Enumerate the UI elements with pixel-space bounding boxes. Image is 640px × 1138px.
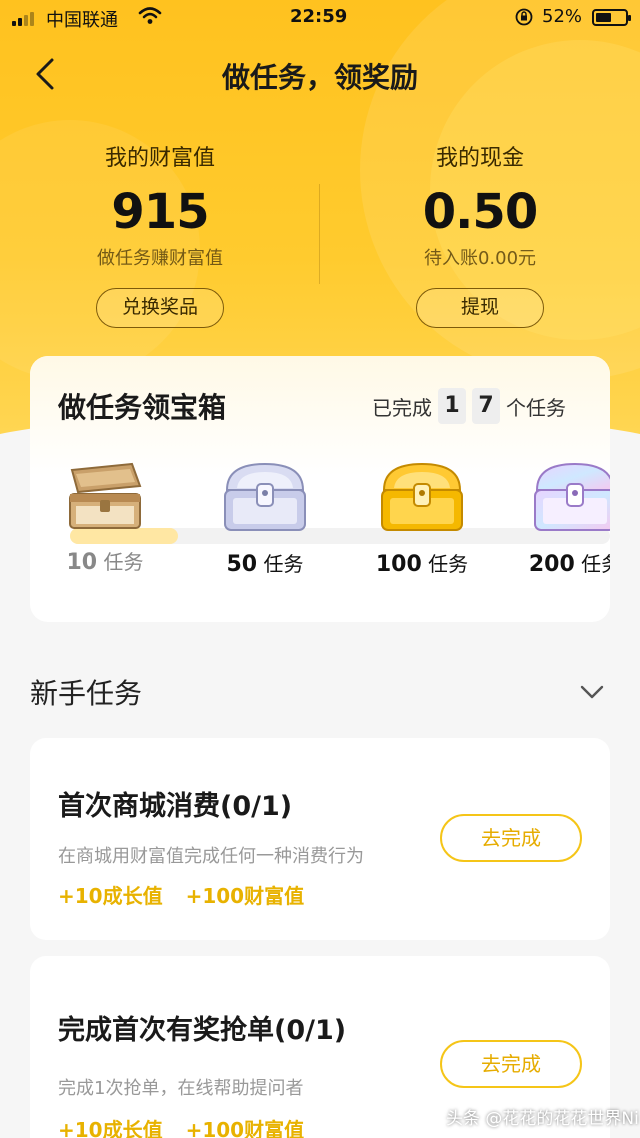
treasure-card: 做任务领宝箱 已完成 1 7 个任务 10 任务 50 任务 100 任务 20…	[30, 356, 610, 622]
go-complete-button[interactable]: 去完成	[440, 1040, 582, 1088]
chest-unit: 任务	[103, 550, 144, 574]
progress-prefix: 已完成	[372, 395, 432, 420]
chest-100[interactable]: 100 任务	[367, 460, 477, 577]
battery-icon	[592, 9, 631, 26]
wealth-panel: 我的财富值 915 做任务赚财富值 兑换奖品	[10, 140, 310, 328]
page-title: 做任务，领奖励	[221, 61, 418, 94]
go-complete-button[interactable]: 去完成	[440, 814, 582, 862]
chest-200[interactable]: 200 任务	[520, 460, 610, 577]
task-rewards: +10成长值 +100财富值	[58, 1114, 320, 1138]
chest-unit: 任务	[428, 552, 469, 576]
battery-level	[596, 13, 611, 22]
wealth-label: 我的财富值	[104, 146, 215, 171]
cash-pending: 待入账0.00元	[423, 248, 537, 269]
open-wooden-chest-icon	[69, 462, 142, 529]
wealth-value: 915	[111, 184, 209, 240]
cash-label: 我的现金	[435, 146, 524, 171]
wifi-icon	[138, 6, 162, 31]
carrier-name: 中国联通	[46, 10, 118, 31]
progress-digit: 1	[438, 388, 466, 424]
redeem-prize-button[interactable]: 兑换奖品	[96, 288, 224, 328]
task-description: 在商城用财富值完成任何一种消费行为	[58, 846, 364, 867]
gold-chest-icon	[381, 462, 463, 531]
chest-count: 50	[226, 552, 258, 577]
watermark: 头条 @花花的花花世界Ni	[446, 1109, 639, 1129]
silver-chest-icon	[224, 462, 306, 531]
task-title: 首次商城消费(0/1)	[58, 791, 293, 822]
chest-unit: 任务	[581, 552, 610, 576]
stat-divider	[319, 184, 320, 284]
task-title: 完成首次有奖抢单(0/1)	[58, 1015, 347, 1046]
reward-growth: +10成长值	[58, 884, 163, 908]
cash-panel: 我的现金 0.50 待入账0.00元 提现	[330, 140, 630, 328]
chest-count: 100	[375, 552, 422, 577]
task-card: 首次商城消费(0/1) 在商城用财富值完成任何一种消费行为 +10成长值 +10…	[30, 738, 610, 940]
chest-10[interactable]: 10 任务	[50, 460, 160, 575]
chest-unit: 任务	[263, 552, 304, 576]
treasure-title: 做任务领宝箱	[58, 391, 227, 424]
task-rewards: +10成长值 +100财富值	[58, 880, 320, 909]
orientation-lock-icon	[514, 7, 534, 32]
chest-count: 200	[528, 552, 575, 577]
signal-icon	[12, 10, 34, 26]
reward-wealth: +100财富值	[185, 884, 305, 908]
cash-value: 0.50	[422, 184, 538, 240]
status-bar: 中国联通 22:59 52%	[0, 0, 640, 36]
progress-digit: 7	[472, 388, 500, 424]
nav-bar: 做任务，领奖励	[0, 44, 640, 104]
task-progress: 已完成 1 7 个任务	[372, 388, 566, 424]
chest-count: 10	[66, 550, 98, 575]
chest-50[interactable]: 50 任务	[210, 460, 320, 577]
task-description: 完成1次抢单，在线帮助提问者	[58, 1078, 304, 1099]
progress-suffix: 个任务	[506, 395, 566, 420]
battery-percent: 52%	[542, 6, 583, 27]
reward-wealth: +100财富值	[185, 1118, 305, 1138]
withdraw-button[interactable]: 提现	[416, 288, 544, 328]
diamond-chest-icon	[534, 462, 610, 531]
chevron-down-icon[interactable]	[576, 678, 608, 706]
section-title-newbie-tasks: 新手任务	[30, 677, 143, 710]
status-time: 22:59	[290, 6, 348, 27]
reward-growth: +10成长值	[58, 1118, 163, 1138]
wealth-subtext: 做任务赚财富值	[97, 248, 223, 269]
